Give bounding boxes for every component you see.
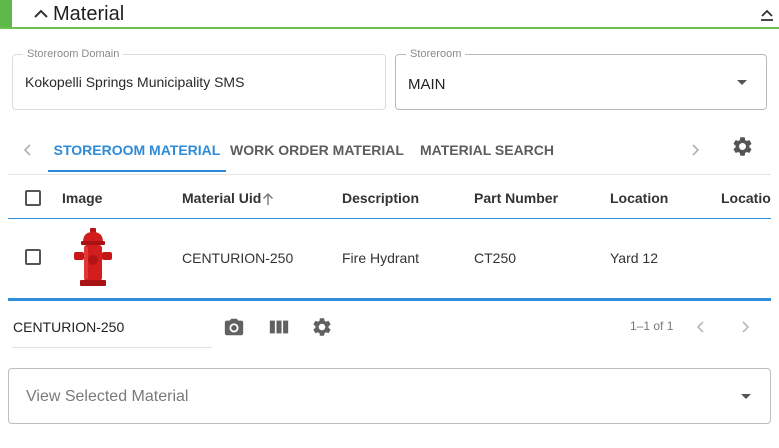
column-header-material-uid[interactable]: Material Uid	[182, 190, 273, 206]
tab-storeroom-material[interactable]: STOREROOM MATERIAL	[48, 132, 226, 172]
cell-description: Fire Hydrant	[342, 250, 420, 266]
sort-ascending-icon	[263, 193, 273, 205]
storeroom-domain-field[interactable]: Storeroom Domain Kokopelli Springs Munic…	[12, 48, 386, 110]
tabs-divider	[8, 174, 771, 175]
selected-material-input[interactable]: CENTURION-250	[12, 312, 212, 348]
row-checkbox[interactable]	[25, 249, 41, 265]
column-header-material-uid-label: Material Uid	[182, 190, 262, 206]
tab-material-search[interactable]: MATERIAL SEARCH	[412, 132, 562, 172]
column-header-part-number[interactable]: Part Number	[474, 190, 558, 206]
tab-scroll-right-icon[interactable]	[687, 141, 703, 159]
dropdown-arrow-icon	[741, 394, 751, 399]
collapse-icon[interactable]	[758, 6, 776, 24]
storeroom-domain-label: Storeroom Domain	[23, 48, 124, 61]
camera-icon[interactable]	[223, 316, 245, 338]
previous-page-icon[interactable]	[693, 318, 709, 336]
column-header-location-2[interactable]: Location	[721, 190, 771, 206]
column-header-location[interactable]: Location	[610, 190, 668, 206]
next-page-icon[interactable]	[737, 318, 753, 336]
storeroom-select[interactable]: Storeroom MAIN	[395, 48, 767, 110]
tab-scroll-left-icon[interactable]	[20, 141, 36, 159]
storeroom-label: Storeroom	[406, 48, 466, 61]
table-row-divider	[8, 298, 771, 301]
section-title: Material	[53, 3, 125, 25]
pagination-range: 1–1 of 1	[630, 319, 674, 333]
selected-material-value: CENTURION-250	[13, 319, 125, 335]
storeroom-value: MAIN	[408, 76, 446, 93]
columns-icon[interactable]	[268, 316, 290, 338]
select-all-checkbox[interactable]	[25, 190, 41, 206]
section-accent-bar	[0, 0, 12, 27]
gear-icon[interactable]	[731, 135, 754, 158]
storeroom-domain-value: Kokopelli Springs Municipality SMS	[25, 74, 245, 90]
column-header-description[interactable]: Description	[342, 190, 419, 206]
cell-location: Yard 12	[610, 250, 658, 266]
table-settings-gear-icon[interactable]	[311, 316, 333, 338]
tab-work-order-material[interactable]: WORK ORDER MATERIAL	[226, 132, 408, 172]
fire-hydrant-icon	[74, 228, 112, 286]
view-selected-material-placeholder: View Selected Material	[26, 388, 189, 405]
cell-material-uid[interactable]: CENTURION-250	[182, 250, 293, 266]
column-header-image[interactable]: Image	[62, 190, 102, 206]
chevron-up-icon[interactable]	[32, 5, 50, 23]
active-tab-indicator	[48, 170, 226, 172]
cell-part-number: CT250	[474, 250, 517, 266]
dropdown-arrow-icon	[737, 80, 747, 85]
view-selected-material-select[interactable]: View Selected Material	[8, 368, 771, 424]
table-header-divider	[8, 218, 771, 219]
